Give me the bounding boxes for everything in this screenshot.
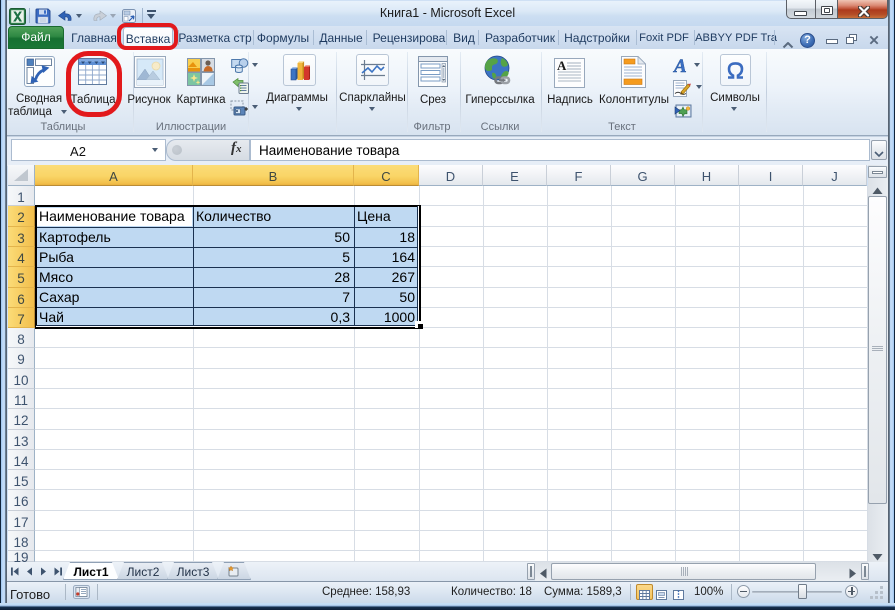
svg-text:A: A <box>557 58 567 73</box>
svg-text:A: A <box>673 57 687 74</box>
